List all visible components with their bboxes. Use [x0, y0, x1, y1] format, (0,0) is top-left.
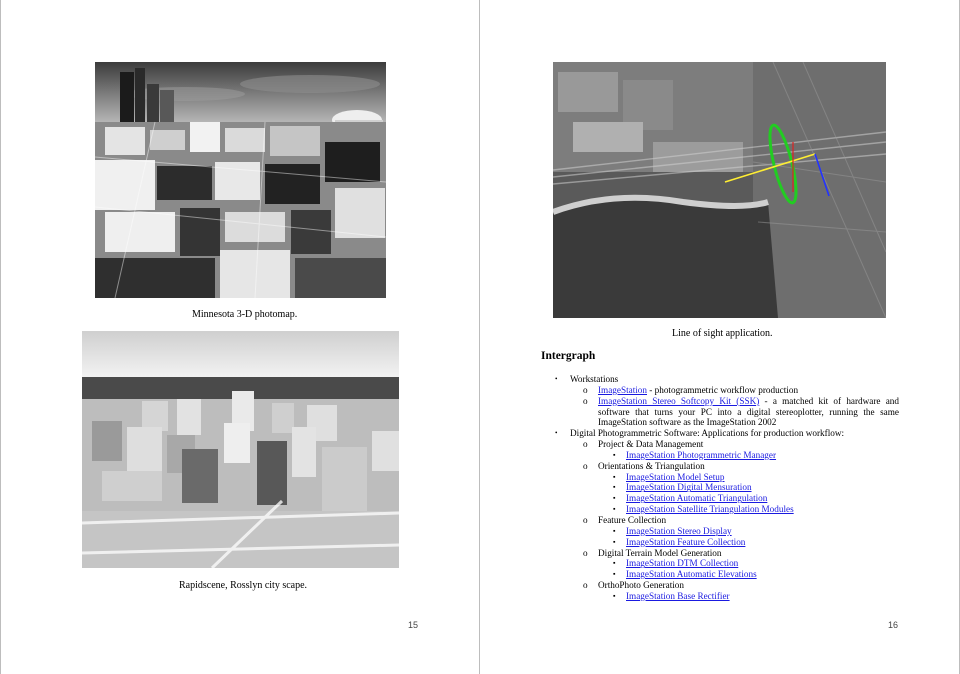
rosslyn-photo-caption: Rapidscene, Rosslyn city scape. [179, 580, 308, 591]
minnesota-photo-caption: Minnesota 3-D photomap. [192, 309, 298, 320]
circle-marker: o [583, 460, 588, 471]
square-marker: ▪ [613, 483, 616, 492]
square-marker: ▪ [613, 450, 616, 459]
square-marker: ▪ [613, 559, 616, 568]
circle-marker: o [583, 384, 588, 395]
list-item: o ImageStation Stereo Softcopy Kit (SSK)… [553, 396, 899, 429]
list-item: • Workstations [553, 374, 899, 385]
bullet-marker: • [555, 375, 558, 383]
list-item-text: - photogrammetric workflow production [647, 384, 799, 395]
page-number-15: 15 [408, 620, 419, 630]
list-item: ▪ ImageStation DTM Collection [553, 558, 899, 569]
list-item-text: Feature Collection [598, 514, 667, 525]
automatic-triangulation-link[interactable]: ImageStation Automatic Triangulation [626, 493, 767, 503]
list-item: ▪ ImageStation Base Rectifier [553, 591, 899, 602]
intergraph-heading: Intergraph [541, 350, 596, 362]
imagestation-link[interactable]: ImageStation [598, 385, 647, 395]
digital-mensuration-link[interactable]: ImageStation Digital Mensuration [626, 482, 752, 492]
automatic-elevations-link[interactable]: ImageStation Automatic Elevations [626, 569, 757, 579]
list-item-text: OrthoPhoto Generation [598, 580, 684, 591]
list-item: ▪ ImageStation Automatic Elevations [553, 569, 899, 580]
list-item: ▪ ImageStation Photogrammetric Manager [553, 450, 899, 461]
page-divider [479, 0, 480, 674]
list-item: o OrthoPhoto Generation [553, 580, 899, 591]
square-marker: ▪ [613, 494, 616, 503]
list-item: • Digital Photogrammetric Software: Appl… [553, 428, 899, 439]
circle-marker: o [583, 514, 588, 525]
list-item-text: Digital Terrain Model Generation [598, 547, 722, 558]
feature-collection-link[interactable]: ImageStation Feature Collection [626, 537, 745, 547]
list-item-text: Workstations [570, 374, 619, 384]
circle-marker: o [583, 547, 588, 558]
list-item: o Project & Data Management [553, 439, 899, 450]
square-marker: ▪ [613, 472, 616, 481]
list-item-text: Orientations & Triangulation [598, 460, 705, 471]
bullet-marker: • [555, 429, 558, 438]
square-marker: ▪ [613, 526, 616, 535]
list-item-text: Project & Data Management [598, 439, 704, 450]
square-marker: ▪ [613, 505, 616, 514]
square-marker: ▪ [613, 537, 616, 546]
list-item: ▪ ImageStation Satellite Triangulation M… [553, 504, 899, 515]
circle-marker: o [583, 395, 588, 406]
base-rectifier-link[interactable]: ImageStation Base Rectifier [626, 591, 730, 601]
list-item: ▪ ImageStation Digital Mensuration [553, 482, 899, 493]
imagestation-ssk-link[interactable]: ImageStation Stereo Softcopy Kit (SSK) [598, 396, 759, 406]
line-of-sight-caption: Line of sight application. [672, 328, 773, 339]
list-item: o Feature Collection [553, 515, 899, 526]
rosslyn-cityscape-image [82, 331, 399, 568]
list-item: o Digital Terrain Model Generation [553, 548, 899, 559]
dtm-collection-link[interactable]: ImageStation DTM Collection [626, 558, 738, 568]
stereo-display-link[interactable]: ImageStation Stereo Display [626, 526, 732, 536]
left-page-border [0, 0, 1, 674]
list-item-text: Digital Photogrammetric Software: Applic… [570, 428, 845, 439]
circle-marker: o [583, 580, 588, 591]
list-item: o Orientations & Triangulation [553, 461, 899, 472]
intergraph-outline: • Workstations o ImageStation - photogra… [553, 374, 899, 602]
list-item: ▪ ImageStation Feature Collection [553, 537, 899, 548]
list-item: o ImageStation - photogrammetric workflo… [553, 385, 899, 396]
list-item: ▪ ImageStation Stereo Display [553, 526, 899, 537]
minnesota-photomap-image [95, 62, 386, 298]
list-item: ▪ ImageStation Automatic Triangulation [553, 493, 899, 504]
page-number-16: 16 [888, 620, 899, 630]
square-marker: ▪ [613, 591, 616, 600]
circle-marker: o [583, 439, 588, 450]
model-setup-link[interactable]: ImageStation Model Setup [626, 472, 725, 482]
line-of-sight-aerial-image [553, 62, 886, 318]
square-marker: ▪ [613, 570, 616, 579]
satellite-triangulation-link[interactable]: ImageStation Satellite Triangulation Mod… [626, 504, 794, 514]
photogrammetric-manager-link[interactable]: ImageStation Photogrammetric Manager [626, 450, 776, 460]
list-item: ▪ ImageStation Model Setup [553, 472, 899, 483]
